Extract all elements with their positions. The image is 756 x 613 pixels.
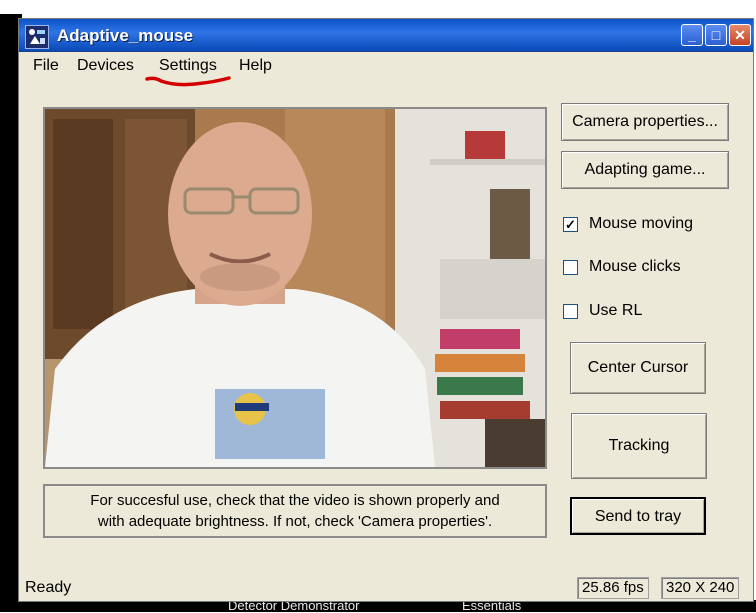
fps-indicator: 25.86 fps bbox=[577, 577, 649, 599]
app-window: Adaptive_mouse _ □ ✕ File Devices Settin… bbox=[18, 18, 754, 602]
checkbox-use-rl-box[interactable] bbox=[563, 304, 578, 319]
adapting-game-button[interactable]: Adapting game... bbox=[561, 151, 729, 189]
close-icon: ✕ bbox=[734, 27, 746, 43]
center-cursor-button[interactable]: Center Cursor bbox=[570, 342, 706, 394]
checkbox-label: Use RL bbox=[589, 302, 643, 319]
checkbox-mouse-clicks-box[interactable] bbox=[563, 260, 578, 275]
menu-bar: File Devices Settings Help bbox=[19, 53, 753, 77]
info-line: with adequate brightness. If not, check … bbox=[97, 513, 493, 530]
checkbox-label: Mouse moving bbox=[589, 215, 694, 232]
annotation-underline bbox=[145, 76, 231, 87]
close-button[interactable]: ✕ bbox=[729, 24, 751, 46]
menu-file[interactable]: File bbox=[33, 57, 59, 75]
info-message: For succesful use, check that the video … bbox=[43, 484, 547, 538]
send-to-tray-button[interactable]: Send to tray bbox=[570, 497, 706, 535]
app-icon bbox=[25, 25, 49, 49]
menu-settings[interactable]: Settings bbox=[159, 57, 217, 75]
window-title: Adaptive_mouse bbox=[57, 26, 194, 45]
checkbox-mouse-moving-box[interactable]: ✓ bbox=[563, 217, 578, 232]
status-bar: Ready 25.86 fps 320 X 240 bbox=[19, 575, 753, 601]
title-bar[interactable]: Adaptive_mouse _ □ ✕ bbox=[19, 19, 753, 52]
camera-properties-button[interactable]: Camera properties... bbox=[561, 103, 729, 141]
maximize-button[interactable]: □ bbox=[705, 24, 727, 46]
tracking-button[interactable]: Tracking bbox=[571, 413, 707, 479]
menu-help[interactable]: Help bbox=[239, 57, 272, 75]
checkbox-label: Mouse clicks bbox=[589, 258, 681, 275]
maximize-icon: □ bbox=[711, 27, 721, 43]
resolution-indicator: 320 X 240 bbox=[661, 577, 740, 599]
menu-devices[interactable]: Devices bbox=[77, 57, 134, 75]
minimize-button[interactable]: _ bbox=[681, 24, 703, 46]
minimize-icon: _ bbox=[688, 27, 696, 43]
camera-video-preview bbox=[43, 107, 547, 469]
info-line: For succesful use, check that the video … bbox=[90, 492, 500, 509]
status-text: Ready bbox=[25, 579, 72, 596]
